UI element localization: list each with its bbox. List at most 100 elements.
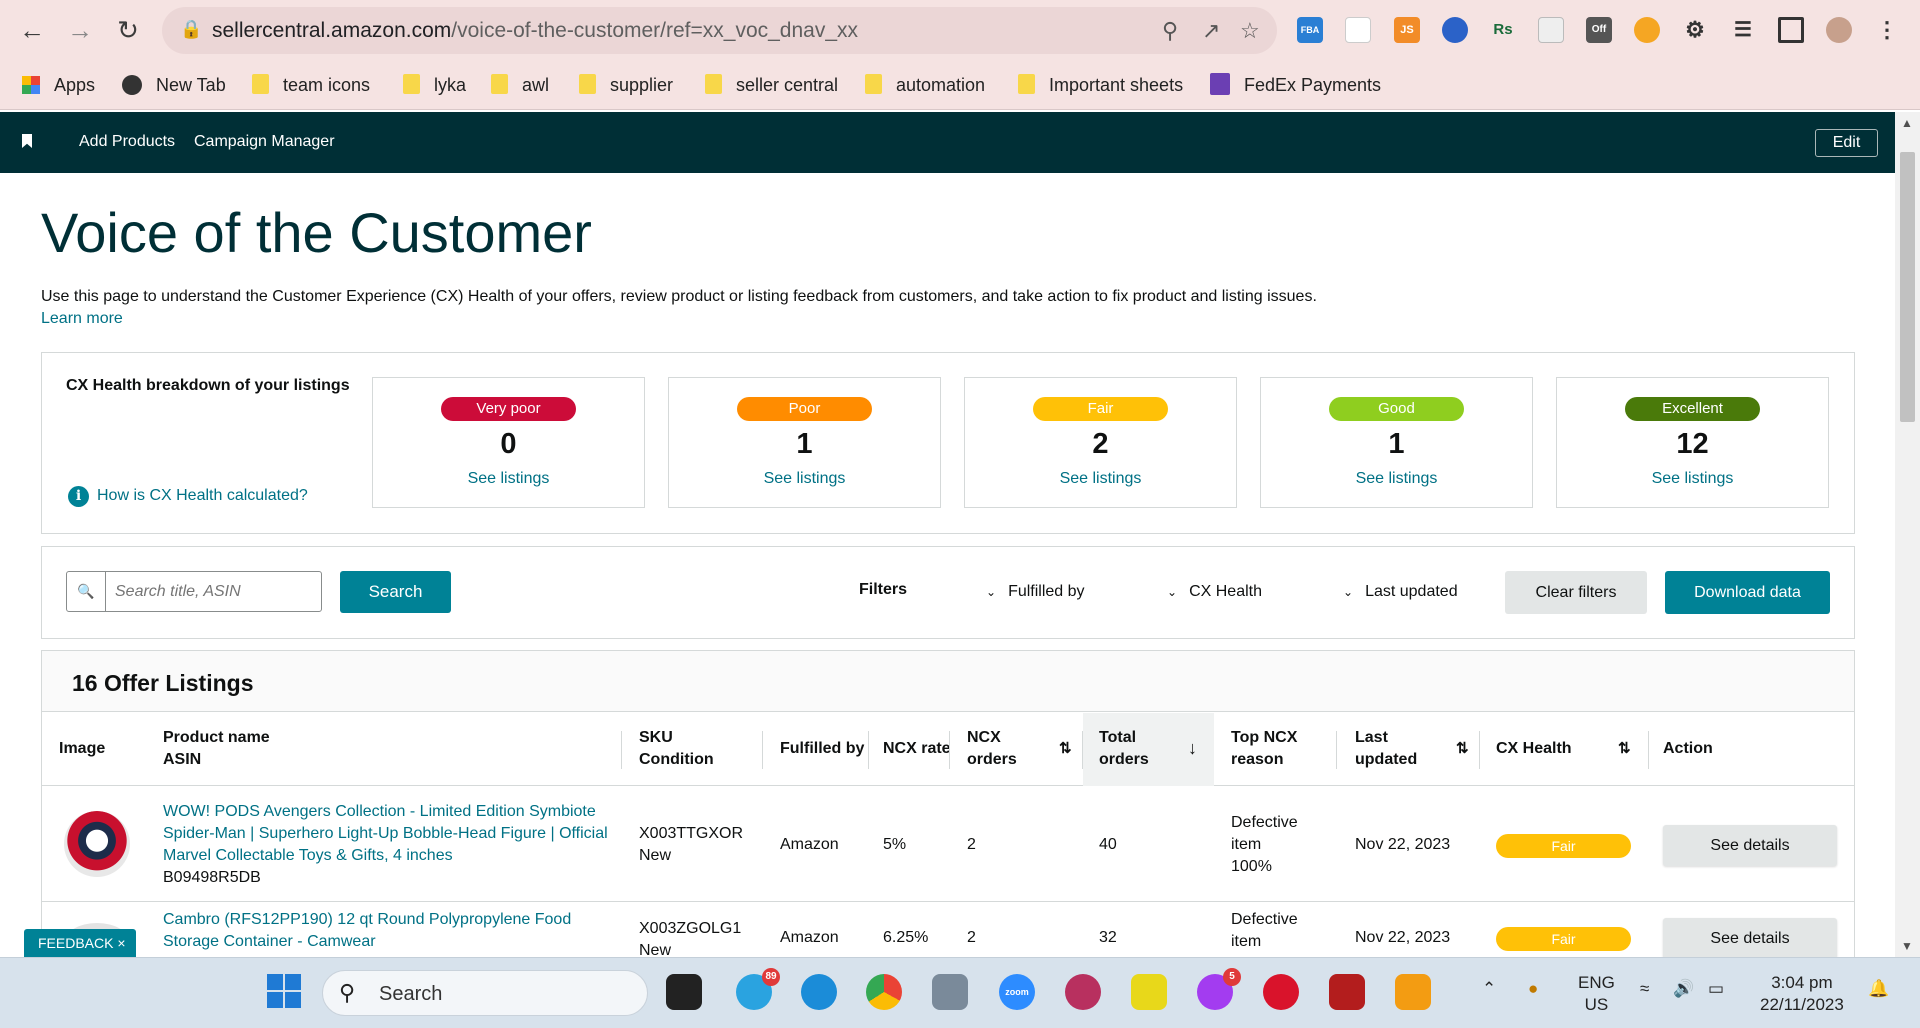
clock[interactable]: 3:04 pm 22/11/2023 — [1760, 972, 1844, 1016]
excellent-see-listings[interactable]: See listings — [1557, 470, 1828, 488]
bookmark-new-tab[interactable]: New Tab — [122, 70, 226, 100]
close-icon[interactable]: × — [117, 935, 125, 951]
js-extension-icon[interactable]: JS — [1394, 17, 1420, 43]
puzzle-icon[interactable]: ⚙ — [1682, 17, 1708, 43]
battery-icon[interactable]: ▭ — [1708, 978, 1724, 1000]
clear-filters-button[interactable]: Clear filters — [1505, 571, 1647, 614]
forward-icon[interactable]: → — [62, 12, 98, 48]
media-queue-icon[interactable]: ☰ — [1730, 17, 1756, 43]
chrome-icon[interactable] — [866, 974, 902, 1010]
very-poor-see-listings[interactable]: See listings — [373, 470, 644, 488]
calculator-icon[interactable] — [932, 974, 968, 1010]
product-name-link[interactable]: Cambro (RFS12PP190) 12 qt Round Polyprop… — [163, 909, 613, 953]
see-details-button[interactable]: See details — [1663, 918, 1837, 959]
col-last-updated[interactable]: Last updated ⇅ — [1355, 713, 1475, 786]
bookmark-awl[interactable]: awl — [491, 70, 549, 100]
edge-icon[interactable] — [801, 974, 837, 1010]
bookmarks-bar: Apps New Tab team icons lyka awl supplie… — [0, 60, 1920, 110]
col-cx-health[interactable]: CX Health ⇅ — [1496, 713, 1636, 786]
globe-extension-icon[interactable] — [1442, 17, 1468, 43]
bookmark-apps[interactable]: Apps — [22, 70, 95, 100]
cube-extension-icon[interactable] — [1538, 17, 1564, 43]
bookmark-star-icon[interactable]: ☆ — [1240, 18, 1260, 44]
off-extension-icon[interactable]: Off — [1586, 17, 1612, 43]
address-bar[interactable]: 🔒 sellercentral.amazon.com/voice-of-the-… — [162, 7, 1277, 54]
reload-icon[interactable]: ↻ — [110, 12, 146, 48]
fba-extension-icon[interactable]: FBA — [1297, 17, 1323, 43]
scroll-down-icon[interactable]: ▼ — [1901, 939, 1913, 953]
cx-health-dropdown[interactable]: ⌄ CX Health — [1167, 583, 1262, 601]
bookmark-supplier[interactable]: supplier — [579, 70, 673, 100]
poor-see-listings[interactable]: See listings — [669, 470, 940, 488]
side-panel-icon[interactable] — [1778, 17, 1804, 43]
sort-icon[interactable]: ⇅ — [1059, 738, 1072, 760]
tray-overflow-icon[interactable]: ⌃ — [1482, 978, 1496, 1000]
rs-extension-icon[interactable]: Rs — [1490, 17, 1516, 43]
task-view-icon[interactable] — [666, 974, 702, 1010]
volume-icon[interactable]: 🔊 — [1673, 978, 1694, 1000]
fulfilled-by-dropdown[interactable]: ⌄ Fulfilled by — [986, 583, 1085, 601]
last-updated-dropdown[interactable]: ⌄ Last updated — [1343, 583, 1458, 601]
zoom-icon[interactable]: zoom — [999, 974, 1035, 1010]
cx-health-how-link[interactable]: i How is CX Health calculated? — [68, 486, 308, 507]
search-button[interactable]: Search — [340, 571, 451, 613]
bookmark-seller-central[interactable]: seller central — [705, 70, 838, 100]
filezilla-icon[interactable] — [1329, 974, 1365, 1010]
notification-bell-icon[interactable]: 🔔 — [1868, 978, 1889, 1000]
feedback-tab[interactable]: FEEDBACK × — [24, 929, 136, 958]
telegram-icon[interactable]: 89 — [736, 968, 780, 1010]
firefox-extension-icon[interactable] — [1634, 17, 1660, 43]
col-sku: SKU Condition — [639, 729, 714, 768]
search-input[interactable] — [107, 572, 317, 611]
col-total-orders[interactable]: Total orders ↓ — [1083, 713, 1214, 786]
bookmark-important-sheets[interactable]: Important sheets — [1018, 70, 1183, 100]
folder-icon — [579, 74, 596, 94]
wps-icon[interactable] — [1065, 974, 1101, 1010]
folder-icon — [491, 74, 508, 94]
url-text[interactable]: sellercentral.amazon.com/voice-of-the-cu… — [212, 19, 858, 43]
zoom-icon[interactable]: ⚲ — [1162, 18, 1178, 44]
share-icon[interactable]: ↗ — [1202, 18, 1220, 44]
nav-campaign-manager[interactable]: Campaign Manager — [194, 133, 335, 151]
language-indicator[interactable]: ENG US — [1578, 972, 1615, 1016]
download-data-button[interactable]: Download data — [1665, 571, 1830, 614]
back-icon[interactable]: ← — [14, 12, 50, 48]
windows-start-icon[interactable] — [266, 974, 302, 1010]
fair-see-listings[interactable]: See listings — [965, 470, 1236, 488]
scroll-up-icon[interactable]: ▲ — [1901, 116, 1913, 130]
opera-icon[interactable] — [1263, 974, 1299, 1010]
wifi-icon[interactable]: ≈ — [1640, 978, 1649, 1000]
folder-icon — [252, 74, 269, 94]
scroll-thumb[interactable] — [1900, 152, 1915, 422]
total-orders: 40 — [1099, 836, 1117, 853]
sticky-notes-icon[interactable] — [1131, 974, 1167, 1010]
bookmark-icon[interactable] — [22, 134, 32, 148]
bookmark-team-icons[interactable]: team icons — [252, 70, 370, 100]
learn-more-link[interactable]: Learn more — [41, 308, 1441, 330]
edit-nav-button[interactable]: Edit — [1815, 129, 1878, 157]
col-ncx-orders[interactable]: NCX orders ⇅ — [967, 713, 1072, 786]
bookmark-automation[interactable]: automation — [865, 70, 985, 100]
timer-app-icon[interactable] — [1395, 974, 1431, 1010]
product-image[interactable] — [64, 811, 130, 877]
bookmark-lyka[interactable]: lyka — [403, 70, 466, 100]
fair-count: 2 — [1092, 428, 1109, 460]
profile-avatar[interactable] — [1826, 17, 1852, 43]
more-menu-icon[interactable]: ⋮ — [1874, 17, 1900, 43]
sort-icon[interactable]: ⇅ — [1456, 738, 1469, 760]
column-divider — [868, 731, 869, 769]
messenger-icon[interactable]: 5 — [1197, 968, 1241, 1010]
see-details-button[interactable]: See details — [1663, 825, 1837, 866]
filters-label: Filters — [859, 581, 908, 598]
microphone-icon[interactable]: ● — [1528, 978, 1538, 1000]
page-scrollbar[interactable]: ▲ ▼ — [1895, 112, 1920, 957]
taskbar-search[interactable]: ⚲ Search — [322, 970, 648, 1016]
nav-add-products[interactable]: Add Products — [79, 133, 175, 151]
bookmark-fedex-payments[interactable]: FedEx Payments — [1210, 70, 1381, 100]
fulfilled-by: Amazon — [780, 929, 839, 946]
sort-icon[interactable]: ⇅ — [1618, 738, 1631, 760]
login-extension-icon[interactable] — [1345, 17, 1371, 43]
product-name-link[interactable]: WOW! PODS Avengers Collection - Limited … — [163, 801, 613, 867]
sort-desc-icon[interactable]: ↓ — [1188, 737, 1197, 759]
good-see-listings[interactable]: See listings — [1261, 470, 1532, 488]
